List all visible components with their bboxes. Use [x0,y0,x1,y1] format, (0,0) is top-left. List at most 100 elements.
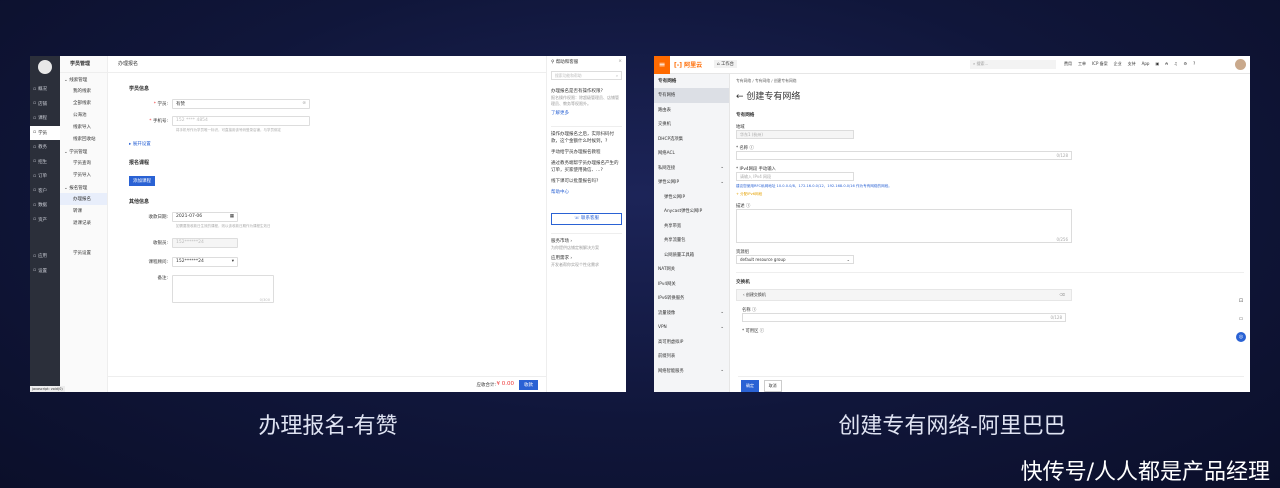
sidebar-item[interactable]: 流量镜像 ⌄ [654,306,729,321]
sidebar-item[interactable]: ▫ 订单 [30,169,60,184]
menu-group-title[interactable]: ⌄ 学员管理 [60,145,107,157]
sidebar-item[interactable]: ▫ 客户 [30,184,60,199]
submit-button[interactable]: 收款 [519,380,538,390]
sidebar-item[interactable]: 共享流量包 [654,233,729,248]
chat-icon[interactable]: ▭ [1236,314,1246,324]
help-question[interactable]: 手动给学员办理报名教程 [551,149,622,156]
sidebar-item[interactable]: NAT网关 [654,262,729,277]
toolbar-icon[interactable]: ⍾ [1165,61,1168,67]
sidebar-item[interactable]: ▫ 资产 [30,213,60,228]
top-link[interactable]: App [1142,61,1150,67]
toolbar-icon[interactable]: ▣ [1155,61,1159,67]
sidebar-item[interactable]: 高可用虚拟IP [654,335,729,350]
submenu-item[interactable]: 转课 [60,205,107,217]
toolbar-icon[interactable]: ⚙ [1184,61,1188,67]
toolbar-icon[interactable]: ♫ [1174,61,1178,67]
add-course-button[interactable]: 添加课程 [129,176,155,186]
page-title: 办理报名 [108,56,546,73]
submenu-item[interactable]: 学员设置 [60,247,107,259]
submenu-item[interactable]: 学员导入 [60,169,107,181]
help-center-link[interactable]: 帮助中心 [551,189,622,195]
help-question[interactable]: 办理报名是否有操作权限? [551,88,622,95]
switch-name-input[interactable]: 0/128 [742,313,1066,322]
avatar[interactable] [1235,59,1246,70]
sidebar-item[interactable]: 公网质量工具箱 [654,248,729,263]
cancel-button[interactable]: 取消 [763,380,782,392]
sidebar-item[interactable]: ▫ 应用 [30,249,60,264]
sidebar-item[interactable]: VPN ⌄ [654,320,729,335]
aliyun-logo[interactable]: [-] 阿里云 [674,60,702,69]
submenu-item[interactable]: 全部线索 [60,97,107,109]
sidebar-item[interactable]: DHCP选项集 [654,132,729,147]
sidebar-item[interactable]: 私网连接 ⌄ [654,161,729,176]
sidebar-item[interactable]: 弹性公网IP ⌄ [654,175,729,190]
sidebar-item[interactable]: ▫ 概况 [30,82,60,97]
sidebar-item[interactable]: IPv4网关 [654,277,729,292]
consultant-label: 课程顾问: [148,259,168,265]
sidebar-item[interactable]: ▫ 课程 [30,111,60,126]
ok-button[interactable]: 确定 [741,380,759,392]
resource-group-select[interactable]: default resource group ⌄ [736,255,854,264]
phone-input[interactable]: 152 **** 4854 [172,115,310,126]
sidebar-item[interactable]: 共享带宽 [654,219,729,234]
app-demand-link[interactable]: 应用需求 › [551,255,622,262]
sidebar-item[interactable]: 专有网络 [654,88,729,103]
service-market-link[interactable]: 服务市场 › [551,238,622,245]
switch-panel-header[interactable]: ‹ 创建交换机 ⌫ [736,289,1072,301]
menu-group-title[interactable]: ⌄ 线索管理 [60,73,107,85]
top-link[interactable]: 费用 [1064,61,1072,67]
menu-group-title[interactable]: ⌄ 报名管理 [60,181,107,193]
sidebar-item[interactable]: ▫ 招生 [30,155,60,170]
sidebar-item[interactable]: ▫ 设置 [30,264,60,279]
name-input[interactable]: 0/128 [736,151,1072,160]
sidebar-item[interactable]: 弹性公网IP [654,190,729,205]
sidebar-item[interactable]: 路由表 [654,103,729,118]
sidebar-item[interactable]: 网络智能服务 ⌄ [654,364,729,379]
toolbar-icon[interactable]: ? [1193,61,1195,67]
sidebar-item[interactable]: 网络ACL [654,146,729,161]
submenu-item[interactable]: 办理报名 [60,193,107,205]
submenu-item[interactable]: 学员查询 [60,157,107,169]
date-picker[interactable]: 2021-07-06 ▦ [172,211,238,222]
submenu-item[interactable]: 公海池 [60,109,107,121]
sidebar-item[interactable]: ▫ 学员 [30,125,60,140]
consultant-select[interactable]: 152******24 ▾ [172,256,238,267]
cidr-input[interactable]: 请输入 IPv4 网段 [736,172,854,181]
help-question[interactable]: 线下课可以批量报名吗? [551,178,622,185]
submenu-item[interactable]: 我的线索 [60,85,107,97]
delete-icon[interactable]: ⌫ [1059,292,1065,298]
submenu-item[interactable]: 退课记录 [60,217,107,229]
help-question[interactable]: 通过教务端帮学员办理报名产生的订单，买家使用微信、…? [551,160,622,174]
student-select[interactable]: 有赞 ⊗ [172,98,310,109]
search-input[interactable]: ⌕ 搜索... [970,60,1056,69]
sidebar-item[interactable]: 前缀列表 [654,349,729,364]
sidebar-item[interactable]: 交换机 [654,117,729,132]
top-link[interactable]: 企业 [1114,61,1122,67]
close-icon[interactable]: × [618,59,622,65]
footer-bar: 确定 取消 [738,376,1244,392]
learn-more-link[interactable]: 了解更多 [551,110,622,116]
top-link[interactable]: 支持 [1128,61,1136,67]
help-question[interactable]: 操作办理报名之后，实际扫码付款，这个金额什么时候到，? [551,131,622,145]
sidebar-item[interactable]: IPv6转换服务 [654,291,729,306]
help-search-input[interactable]: 搜索功能和帮助 ⌕ [551,71,622,80]
submenu-item[interactable]: 线索导入 [60,121,107,133]
sidebar-item[interactable]: Anycast弹性公网IP [654,204,729,219]
assistant-icon[interactable]: ◎ [1236,332,1246,342]
ipv6-hint[interactable]: + 分配IPv6网段 [736,192,1244,197]
more-settings-link[interactable]: ▸ 展开设置 [129,141,540,147]
remark-textarea[interactable]: 0/300 [172,275,274,303]
submenu-item[interactable]: 线索回收站 [60,133,107,145]
top-link[interactable]: ICP 备案 [1092,61,1108,67]
contact-service-button[interactable]: ☏ 联系客服 [551,213,622,225]
workbench-link[interactable]: ⌂ 工作台 [714,60,737,68]
back-arrow-icon[interactable]: ← [736,92,744,102]
description-textarea[interactable]: 0/256 [736,209,1072,243]
clear-icon[interactable]: ⊗ [302,101,306,106]
top-link[interactable]: 工单 [1078,61,1086,67]
menu-icon[interactable]: ≡ [654,56,670,74]
sidebar-item[interactable]: ▫ 教务 [30,140,60,155]
sidebar-item[interactable]: ▫ 数据 [30,198,60,213]
feedback-icon[interactable]: ⊡ [1236,296,1246,306]
sidebar-item[interactable]: ▫ 店铺 [30,97,60,112]
